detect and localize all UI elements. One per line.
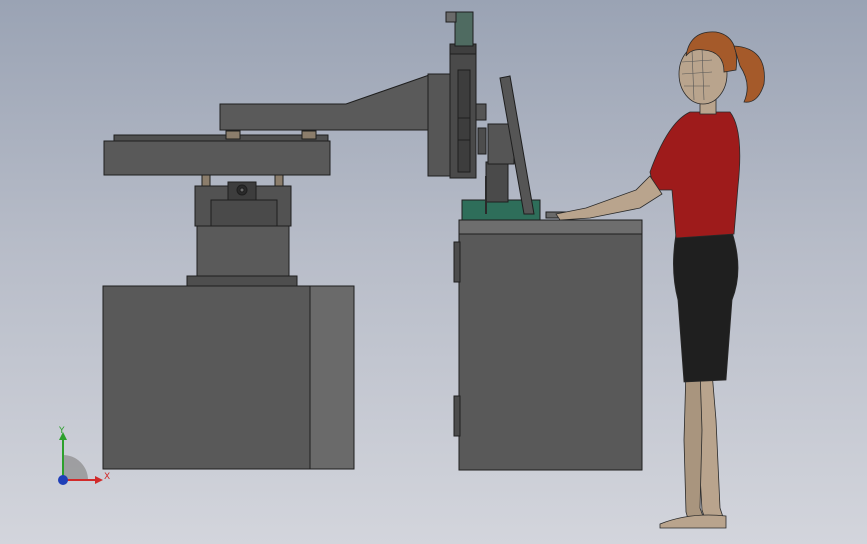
triad-quadrant <box>63 455 88 480</box>
table-top-plate <box>113 134 329 142</box>
support-stud-right <box>274 174 284 187</box>
servo-motor <box>454 11 474 47</box>
clamp-block-right <box>301 130 317 140</box>
pedestal-column-lower <box>196 225 290 277</box>
forearm <box>555 175 663 221</box>
cabinet-door-hinge-bottom <box>453 395 461 437</box>
press-machine[interactable] <box>102 11 487 470</box>
shirt <box>649 111 741 239</box>
pedestal-plate <box>210 199 278 227</box>
coordinate-triad: Y X <box>58 426 110 485</box>
machine-base-cabinet <box>102 285 311 470</box>
table-platen <box>103 140 331 176</box>
clamp-block-left <box>225 130 241 140</box>
shorts <box>673 231 739 383</box>
overhead-arm <box>219 73 449 131</box>
pedestal-foot <box>186 275 298 287</box>
head-connector <box>475 103 487 121</box>
control-cabinet <box>458 233 643 471</box>
assembly-drawing[interactable]: Y X <box>0 0 867 544</box>
support-stud-left <box>201 174 211 187</box>
ponytail <box>733 45 765 103</box>
z-axis-origin-icon <box>58 475 68 485</box>
head-guide-rail <box>457 69 471 173</box>
y-axis-label: Y <box>58 426 65 436</box>
foot <box>659 514 727 529</box>
x-axis-label: X <box>104 472 110 482</box>
head-column <box>427 73 451 177</box>
cad-viewport[interactable]: Y X <box>0 0 867 544</box>
cabinet-top <box>458 219 643 235</box>
cabinet-door-hinge-top <box>453 241 461 283</box>
machine-base-side-panel <box>309 285 355 470</box>
